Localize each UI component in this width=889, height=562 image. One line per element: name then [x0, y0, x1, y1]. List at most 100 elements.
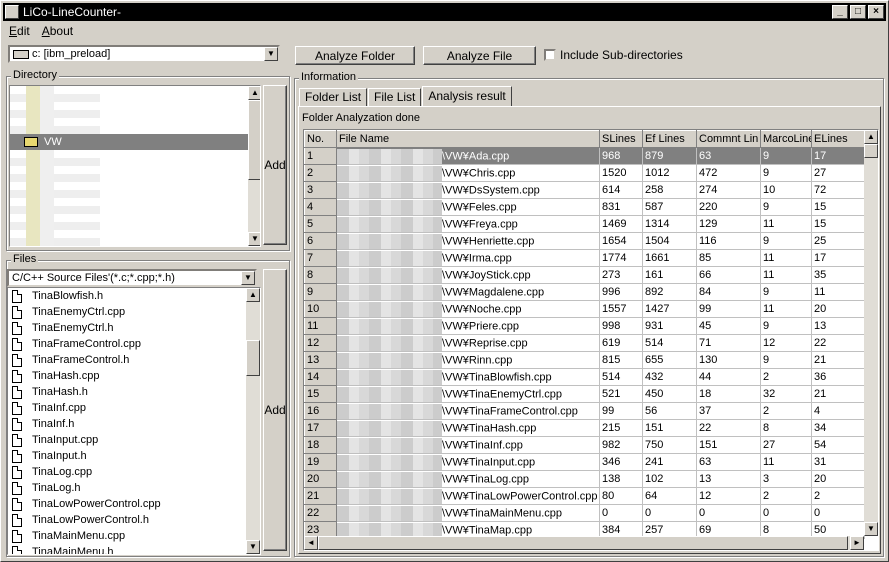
table-row[interactable]: 21 \VW¥TinaLowPowerControl.cpp 80 64 12 2 2: [304, 487, 865, 505]
list-item[interactable]: TinaLowPowerControl.cpp: [8, 496, 246, 512]
column-header[interactable]: MarcoLine: [760, 130, 812, 148]
scroll-thumb[interactable]: [248, 100, 260, 180]
list-item[interactable]: TinaInf.cpp: [8, 400, 246, 416]
table-row[interactable]: 22 \VW¥TinaMainMenu.cpp 0 0 0 0 0: [304, 504, 865, 522]
table-row[interactable]: 12 \VW¥Reprise.cpp 619 514 71 12 22: [304, 334, 865, 352]
list-item[interactable]: TinaLog.cpp: [8, 464, 246, 480]
maximize-button[interactable]: □: [850, 5, 866, 19]
minimize-button[interactable]: _: [832, 5, 848, 19]
list-item[interactable]: TinaBlowfish.h: [8, 288, 246, 304]
include-subdirectories-checkbox[interactable]: [544, 49, 556, 61]
menu-edit[interactable]: Edit: [3, 22, 36, 40]
app-icon[interactable]: [5, 5, 19, 19]
scroll-thumb-horizontal[interactable]: [318, 536, 848, 550]
list-item[interactable]: TinaMainMenu.h: [8, 544, 246, 554]
list-item[interactable]: TinaFrameControl.h: [8, 352, 246, 368]
directory-tree[interactable]: VW ▲ ▼: [9, 85, 261, 247]
list-item[interactable]: TinaHash.h: [8, 384, 246, 400]
table-row[interactable]: 13 \VW¥Rinn.cpp 815 655 130 9 21: [304, 351, 865, 369]
analyze-folder-button[interactable]: Analyze Folder: [295, 46, 415, 65]
value-cell: 1427: [642, 300, 697, 318]
file-path-text: \VW¥TinaBlowfish.cpp: [442, 370, 552, 383]
table-row[interactable]: 5 \VW¥Freya.cpp 1469 1314 129 11 15: [304, 215, 865, 233]
scroll-left-icon[interactable]: ◄: [304, 536, 318, 550]
list-item[interactable]: TinaInf.h: [8, 416, 246, 432]
chevron-down-icon[interactable]: ▼: [241, 271, 255, 285]
value-cell: 9: [760, 351, 812, 369]
drive-select[interactable]: c: [ibm_preload] ▼: [8, 45, 280, 63]
table-row[interactable]: 3 \VW¥DsSystem.cpp 614 258 274 10 72: [304, 181, 865, 199]
scroll-down-icon[interactable]: ▼: [246, 540, 260, 554]
table-row[interactable]: 16 \VW¥TinaFrameControl.cpp 99 56 37 2 4: [304, 402, 865, 420]
include-subdirectories[interactable]: Include Sub-directories: [544, 48, 683, 62]
column-header[interactable]: Commnt Lin: [696, 130, 761, 148]
table-row[interactable]: 6 \VW¥Henriette.cpp 1654 1504 116 9 25: [304, 232, 865, 250]
list-item[interactable]: TinaHash.cpp: [8, 368, 246, 384]
list-item[interactable]: TinaEnemyCtrl.h: [8, 320, 246, 336]
file-name: TinaBlowfish.h: [32, 290, 104, 302]
list-item[interactable]: TinaMainMenu.cpp: [8, 528, 246, 544]
list-item[interactable]: TinaLog.h: [8, 480, 246, 496]
tab-analysis-result[interactable]: Analysis result: [422, 86, 512, 107]
list-item[interactable]: TinaFrameControl.cpp: [8, 336, 246, 352]
value-cell: 27: [811, 164, 865, 182]
file-path-text: \VW¥Priere.cpp: [442, 319, 520, 332]
value-cell: 11: [760, 215, 812, 233]
table-row[interactable]: 14 \VW¥TinaBlowfish.cpp 514 432 44 2 36: [304, 368, 865, 386]
directory-scrollbar[interactable]: ▲ ▼: [248, 86, 260, 246]
column-header[interactable]: SLines: [599, 130, 643, 148]
table-row[interactable]: 17 \VW¥TinaHash.cpp 215 151 22 8 34: [304, 419, 865, 437]
scroll-right-icon[interactable]: ►: [850, 536, 864, 550]
title-bar[interactable]: LiCo-LineCounter- _ □ ×: [3, 3, 886, 21]
table-row[interactable]: 7 \VW¥Irma.cpp 1774 1661 85 11 17: [304, 249, 865, 267]
table-row[interactable]: 10 \VW¥Noche.cpp 1557 1427 99 11 20: [304, 300, 865, 318]
list-item[interactable]: TinaLowPowerControl.h: [8, 512, 246, 528]
table-row[interactable]: 18 \VW¥TinaInf.cpp 982 750 151 27 54: [304, 436, 865, 454]
value-cell: 32: [760, 385, 812, 403]
table-row[interactable]: 19 \VW¥TinaInput.cpp 346 241 63 11 31: [304, 453, 865, 471]
scroll-up-icon[interactable]: ▲: [864, 130, 878, 144]
scroll-thumb[interactable]: [864, 144, 878, 158]
value-cell: 36: [811, 368, 865, 386]
files-add-button[interactable]: Add: [263, 269, 287, 551]
table-row[interactable]: 15 \VW¥TinaEnemyCtrl.cpp 521 450 18 32 21: [304, 385, 865, 403]
column-header[interactable]: Ef Lines: [642, 130, 697, 148]
list-item[interactable]: TinaInput.cpp: [8, 432, 246, 448]
results-vscrollbar[interactable]: ▲ ▼: [864, 130, 878, 536]
file-name: TinaHash.cpp: [32, 370, 100, 382]
scroll-up-icon[interactable]: ▲: [246, 288, 260, 302]
close-button[interactable]: ×: [868, 5, 884, 19]
list-item[interactable]: TinaEnemyCtrl.cpp: [8, 304, 246, 320]
scroll-down-icon[interactable]: ▼: [248, 232, 260, 246]
table-row[interactable]: 20 \VW¥TinaLog.cpp 138 102 13 3 20: [304, 470, 865, 488]
value-cell: 0: [696, 504, 761, 522]
scroll-thumb[interactable]: [246, 340, 260, 376]
file-name-cell: \VW¥TinaEnemyCtrl.cpp: [336, 385, 600, 403]
scroll-down-icon[interactable]: ▼: [864, 522, 878, 536]
results-grid[interactable]: No. File Name SLines Ef Lines Commnt Lin Marc…: [303, 129, 879, 551]
value-cell: 31: [811, 453, 865, 471]
column-header[interactable]: File Name: [336, 130, 600, 148]
table-row[interactable]: 4 \VW¥Feles.cpp 831 587 220 9 15: [304, 198, 865, 216]
table-row[interactable]: 1 \VW¥Ada.cpp 968 879 63 9 17: [304, 147, 865, 165]
table-row[interactable]: 8 \VW¥JoyStick.cpp 273 161 66 11 35: [304, 266, 865, 284]
directory-item-vw[interactable]: VW: [10, 134, 248, 150]
column-header[interactable]: ELines: [811, 130, 865, 148]
analyze-file-button[interactable]: Analyze File: [423, 46, 536, 65]
directory-add-button[interactable]: Add: [263, 85, 287, 245]
table-row[interactable]: 2 \VW¥Chris.cpp 1520 1012 472 9 27: [304, 164, 865, 182]
tab-strip: Folder List File List Analysis result: [299, 85, 513, 107]
file-list[interactable]: TinaBlowfish.h TinaEnemyCtrl.cpp TinaEnemy…: [7, 287, 261, 555]
chevron-down-icon[interactable]: ▼: [264, 47, 278, 61]
results-hscrollbar[interactable]: ◄ ►: [304, 536, 864, 550]
menu-about[interactable]: About: [36, 22, 79, 40]
files-scrollbar[interactable]: ▲ ▼: [246, 288, 260, 554]
table-row[interactable]: 9 \VW¥Magdalene.cpp 996 892 84 9 11: [304, 283, 865, 301]
tab-file-list[interactable]: File List: [368, 88, 422, 106]
table-row[interactable]: 11 \VW¥Priere.cpp 998 931 45 9 13: [304, 317, 865, 335]
file-filter-select[interactable]: C/C++ Source Files'(*.c;*.cpp;*.h) ▼: [7, 269, 257, 287]
scroll-up-icon[interactable]: ▲: [248, 86, 260, 100]
column-header[interactable]: No.: [304, 130, 337, 148]
tab-folder-list[interactable]: Folder List: [299, 88, 368, 106]
list-item[interactable]: TinaInput.h: [8, 448, 246, 464]
